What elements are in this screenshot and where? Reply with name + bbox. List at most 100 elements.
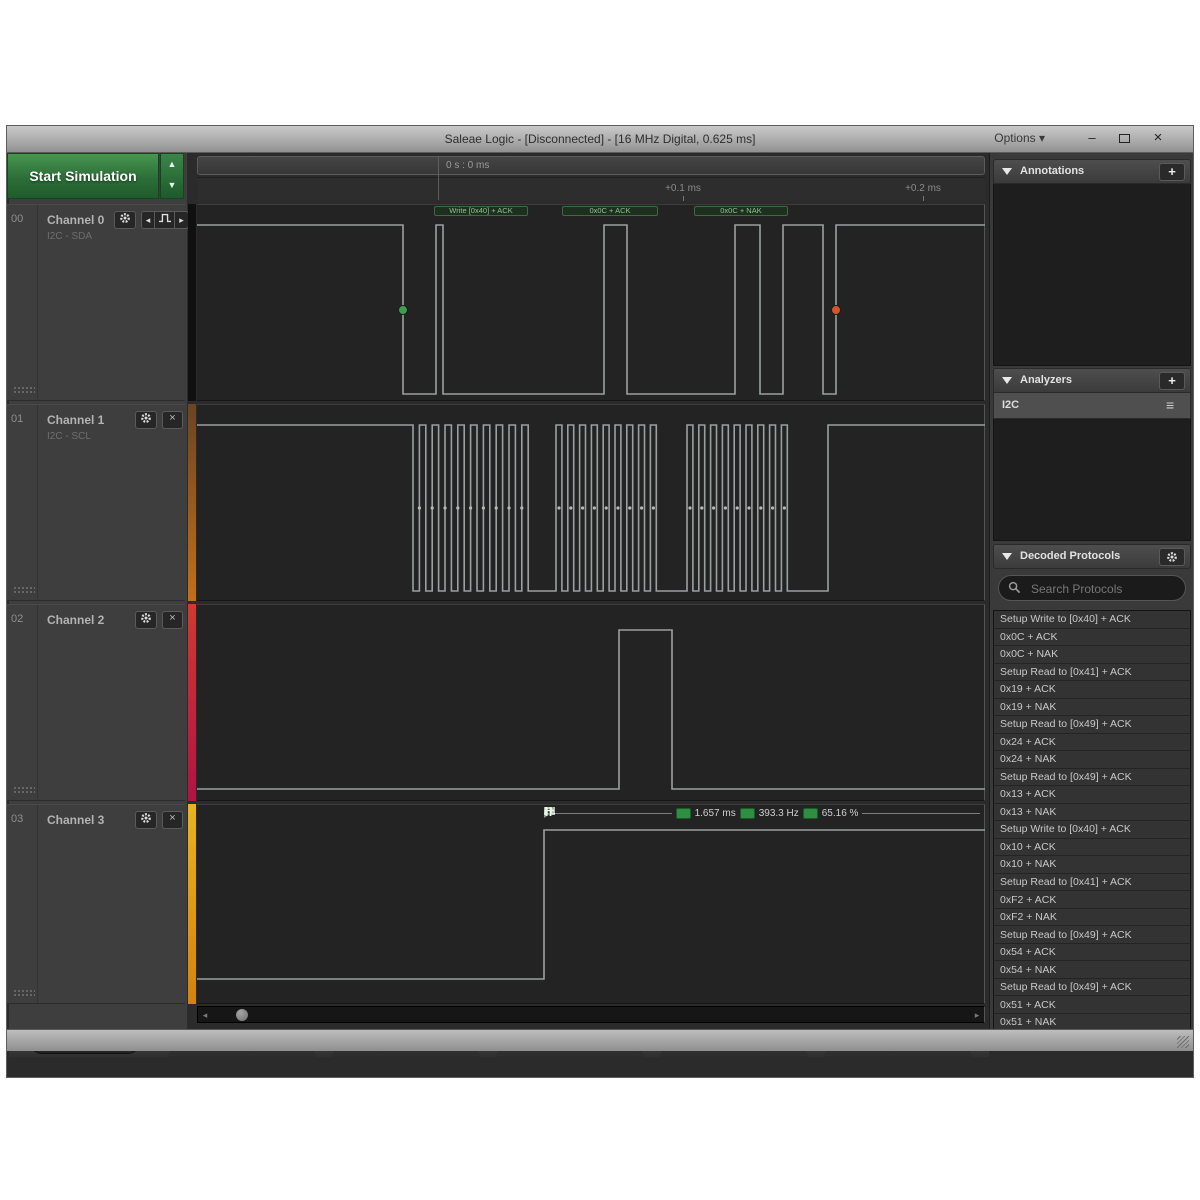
decoded-bubble[interactable]: 0x0C + ACK [562, 206, 658, 216]
collapse-triangle-icon[interactable] [1002, 377, 1012, 384]
analyzers-panel [993, 419, 1191, 541]
decoded-protocol-row[interactable]: 0x24 + NAK [994, 751, 1190, 769]
channel-settings-button[interactable] [135, 611, 157, 629]
add-analyzer-button[interactable]: + [1159, 372, 1185, 390]
maximize-icon [1119, 134, 1130, 143]
channel-header-0: 00 Channel 0 I2C - SDA ◂ ▸ [7, 204, 185, 401]
waveform-row-0[interactable]: Write [0x40] + ACK 0x0C + ACK 0x0C + NAK [197, 204, 985, 401]
analyzer-item-i2c[interactable]: I2C ≡ [993, 393, 1191, 419]
channel-remove-button[interactable]: × [162, 811, 183, 829]
decoded-protocols-header[interactable]: Decoded Protocols [993, 544, 1191, 569]
waveform-row-2[interactable] [197, 604, 985, 801]
scroll-right-icon[interactable]: ▸ [971, 1009, 983, 1021]
decoded-protocol-row[interactable]: 0x51 + ACK [994, 996, 1190, 1014]
decoded-protocol-row[interactable]: 0x10 + ACK [994, 839, 1190, 857]
start-options-spinner[interactable]: ▲ ▼ [160, 153, 184, 199]
channel-index: 03 [11, 813, 33, 825]
channel-color-stripe-1 [188, 404, 196, 601]
waveform-row-3[interactable]: 1.657 ms 393.3 Hz 65.16 % [197, 804, 985, 1004]
decoded-protocol-row[interactable]: 0xF2 + ACK [994, 891, 1190, 909]
measure-line [862, 813, 980, 814]
options-menu-button[interactable]: Options ▾ [994, 131, 1045, 145]
decoded-protocol-row[interactable]: Setup Read to [0x41] + ACK [994, 664, 1190, 682]
trigger-pulse-icon[interactable] [155, 211, 175, 229]
decoded-protocol-row[interactable]: 0xF2 + NAK [994, 909, 1190, 927]
decoded-protocol-row[interactable]: 0x24 + ACK [994, 734, 1190, 752]
decoded-protocol-row[interactable]: 0x19 + NAK [994, 699, 1190, 717]
channel-analyzer-label: I2C - SDA [47, 231, 92, 242]
start-simulation-button[interactable]: Start Simulation [7, 153, 159, 199]
horizontal-scrollbar[interactable]: ◂ ▸ [197, 1006, 985, 1023]
decoded-protocol-row[interactable]: Setup Read to [0x49] + ACK [994, 979, 1190, 997]
protocol-search-box[interactable] [998, 575, 1186, 601]
close-button[interactable]: × [1145, 129, 1171, 147]
decoded-protocols-settings-button[interactable] [1159, 548, 1185, 566]
resize-grip-icon[interactable] [1177, 1036, 1189, 1048]
decoded-bubble[interactable]: Write [0x40] + ACK [434, 206, 528, 216]
decoded-protocol-row[interactable]: 0x0C + ACK [994, 629, 1190, 647]
spinner-down-icon[interactable]: ▼ [161, 175, 183, 196]
decoded-protocol-row[interactable]: Setup Write to [0x40] + ACK [994, 821, 1190, 839]
decoded-protocol-row[interactable]: Setup Read to [0x49] + ACK [994, 769, 1190, 787]
channel-name: Channel 0 [47, 213, 104, 227]
time-ruler-primary[interactable]: 0 s : 0 ms [197, 156, 985, 175]
trigger-prev-icon[interactable]: ◂ [141, 211, 155, 229]
decoded-protocol-row[interactable]: 0x10 + NAK [994, 856, 1190, 874]
decoded-protocol-row[interactable]: Setup Read to [0x49] + ACK [994, 926, 1190, 944]
decoded-protocol-row[interactable]: 0x54 + ACK [994, 944, 1190, 962]
screenshot-page: Saleae Logic - [Disconnected] - [16 MHz … [0, 0, 1200, 1200]
decoded-protocol-row[interactable]: 0x0C + NAK [994, 646, 1190, 664]
channel-color-stripe-3 [188, 804, 196, 1004]
decoded-protocol-row[interactable]: Setup Read to [0x49] + ACK [994, 716, 1190, 734]
drag-grip-icon[interactable] [13, 786, 35, 794]
minimize-button[interactable]: – [1079, 129, 1105, 147]
analyzer-menu-icon[interactable]: ≡ [1166, 398, 1182, 412]
collapse-triangle-icon[interactable] [1002, 553, 1012, 560]
annotations-panel [993, 184, 1191, 366]
scrollbar-thumb[interactable] [236, 1009, 248, 1021]
protocol-search-input[interactable] [1029, 579, 1181, 599]
decoded-protocol-row[interactable]: 0x54 + NAK [994, 961, 1190, 979]
waveform-row-1[interactable] [197, 404, 985, 601]
decoded-protocol-row[interactable]: Setup Write to [0x40] + ACK [994, 611, 1190, 629]
drag-grip-icon[interactable] [13, 586, 35, 594]
annotations-header[interactable]: Annotations + [993, 159, 1191, 184]
scroll-left-icon[interactable]: ◂ [199, 1009, 211, 1021]
drag-grip-icon[interactable] [13, 386, 35, 394]
tick-mark [683, 196, 684, 201]
channel-color-stripe-0 [188, 204, 196, 401]
title-bar[interactable]: Saleae Logic - [Disconnected] - [16 MHz … [7, 126, 1193, 153]
trigger-next-icon[interactable]: ▸ [175, 211, 189, 229]
decoded-protocol-row[interactable]: 0x13 + NAK [994, 804, 1190, 822]
spinner-up-icon[interactable]: ▲ [161, 154, 183, 175]
ruler-tick-label: +0.1 ms [653, 183, 713, 194]
trigger-control: ◂ ▸ [141, 211, 189, 229]
channel-header-1: 01 Channel 1 I2C - SCL × [7, 404, 185, 601]
drag-grip-icon[interactable] [13, 989, 35, 997]
decoded-protocol-row[interactable]: Setup Read to [0x41] + ACK [994, 874, 1190, 892]
collapse-triangle-icon[interactable] [1002, 168, 1012, 175]
channel-name: Channel 1 [47, 413, 104, 427]
channel-remove-button[interactable]: × [162, 611, 183, 629]
channel-name: Channel 3 [47, 813, 104, 827]
add-annotation-button[interactable]: + [1159, 163, 1185, 181]
decoded-protocol-row[interactable]: 0x19 + ACK [994, 681, 1190, 699]
decoded-bubble[interactable]: 0x0C + NAK [694, 206, 788, 216]
decoded-protocols-list: Setup Write to [0x40] + ACK0x0C + ACK0x0… [993, 610, 1191, 1050]
annotations-title: Annotations [1020, 165, 1084, 177]
ruler-origin-label: 0 s : 0 ms [446, 160, 489, 171]
time-ruler-ticks[interactable]: +0.1 ms +0.2 ms [197, 177, 985, 201]
decoded-protocol-row[interactable]: 0x13 + ACK [994, 786, 1190, 804]
frequency-measure-value: 393.3 Hz [759, 808, 799, 819]
divider [37, 405, 38, 600]
channel-settings-button[interactable] [114, 211, 136, 229]
maximize-button[interactable] [1111, 129, 1137, 147]
waveform-trace-channel-0 [197, 205, 985, 402]
channel-settings-button[interactable] [135, 811, 157, 829]
width-measure-icon [676, 808, 691, 819]
channel-settings-button[interactable] [135, 411, 157, 429]
measure-line [554, 813, 672, 814]
analyzers-header[interactable]: Analyzers + [993, 368, 1191, 393]
channel-index: 02 [11, 613, 33, 625]
channel-remove-button[interactable]: × [162, 411, 183, 429]
